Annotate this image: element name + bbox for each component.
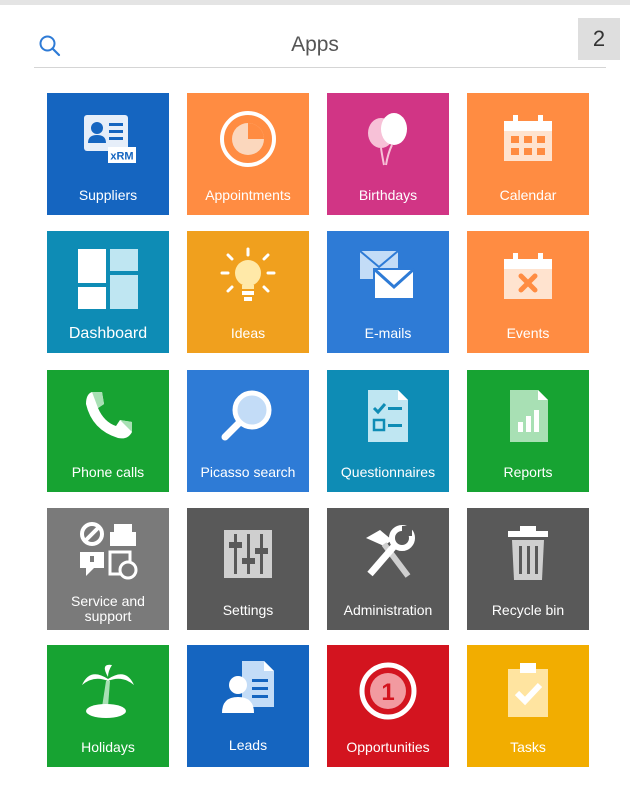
leads-icon bbox=[222, 661, 274, 713]
tile-label: Questionnaires bbox=[340, 464, 436, 480]
tile-label: Reports bbox=[503, 464, 553, 480]
clipboard-check-icon bbox=[508, 663, 548, 717]
tile-appointments[interactable]: Appointments bbox=[187, 93, 309, 215]
tile-tasks[interactable]: Tasks bbox=[467, 645, 589, 767]
tile-phone-calls[interactable]: Phone calls bbox=[47, 370, 169, 492]
tile-label: Leads bbox=[228, 737, 268, 753]
tile-recycle-bin[interactable]: Recycle bin bbox=[467, 508, 589, 630]
dashboard-icon bbox=[78, 249, 138, 309]
calendar-icon bbox=[504, 115, 552, 161]
magnifier-icon bbox=[221, 390, 272, 441]
balloons-icon bbox=[368, 113, 407, 166]
sliders-icon bbox=[224, 530, 272, 578]
tile-label: Service and support bbox=[71, 593, 145, 624]
page-title: Apps bbox=[291, 33, 339, 56]
opportunity-icon: 1 bbox=[359, 662, 417, 720]
tile-label: Appointments bbox=[205, 187, 291, 203]
lightbulb-icon bbox=[220, 247, 276, 301]
tile-label: Dashboard bbox=[68, 325, 148, 342]
calendar-x-icon bbox=[504, 253, 552, 299]
tile-label: Holidays bbox=[81, 739, 135, 755]
envelopes-icon bbox=[359, 250, 416, 300]
tile-calendar[interactable]: Calendar bbox=[467, 93, 589, 215]
tile-label: Calendar bbox=[499, 187, 557, 203]
tile-label: Suppliers bbox=[78, 187, 138, 203]
tile-label: Birthdays bbox=[358, 187, 418, 203]
checklist-icon bbox=[368, 390, 408, 442]
tile-holidays[interactable]: Holidays bbox=[47, 645, 169, 767]
tile-label: Opportunities bbox=[346, 739, 430, 755]
tile-leads[interactable]: Leads bbox=[187, 645, 309, 767]
opportunity-icon-badge: 1 bbox=[381, 679, 394, 706]
tile-emails[interactable]: E-mails bbox=[327, 231, 449, 353]
page-number-badge[interactable]: 2 bbox=[578, 18, 620, 60]
suppliers-icon-badge: xRM bbox=[110, 151, 133, 163]
tile-ideas[interactable]: Ideas bbox=[187, 231, 309, 353]
tile-label: Administration bbox=[343, 602, 433, 618]
tile-opportunities[interactable]: 1 Opportunities bbox=[327, 645, 449, 767]
trash-icon bbox=[508, 526, 548, 580]
tile-label: Events bbox=[506, 325, 550, 341]
tile-dashboard[interactable]: Dashboard bbox=[47, 231, 169, 353]
tile-settings[interactable]: Settings bbox=[187, 508, 309, 630]
report-icon bbox=[510, 390, 548, 442]
tile-suppliers[interactable]: xRM Suppliers bbox=[47, 93, 169, 215]
service-tools-icon bbox=[80, 522, 138, 580]
suppliers-icon: xRM bbox=[84, 115, 136, 163]
appointments-icon bbox=[220, 111, 276, 167]
tile-service-and-support[interactable]: Service and support bbox=[47, 508, 169, 630]
header-divider bbox=[34, 67, 606, 68]
tile-birthdays[interactable]: Birthdays bbox=[327, 93, 449, 215]
tile-label: Ideas bbox=[230, 325, 266, 341]
app-header: Apps 2 bbox=[0, 0, 630, 70]
tile-events[interactable]: Events bbox=[467, 231, 589, 353]
tile-reports[interactable]: Reports bbox=[467, 370, 589, 492]
tile-label: Phone calls bbox=[71, 464, 145, 480]
tile-picasso-search[interactable]: Picasso search bbox=[187, 370, 309, 492]
tile-label: Settings bbox=[222, 602, 274, 618]
palm-tree-icon bbox=[82, 664, 134, 718]
tile-label: Picasso search bbox=[200, 464, 296, 480]
tile-label: Recycle bin bbox=[491, 602, 565, 618]
tile-label: Tasks bbox=[510, 739, 546, 755]
tile-administration[interactable]: Administration bbox=[327, 508, 449, 630]
tile-questionnaires[interactable]: Questionnaires bbox=[327, 370, 449, 492]
hammer-wrench-icon bbox=[366, 525, 415, 578]
tile-label: E-mails bbox=[364, 325, 412, 341]
phone-icon bbox=[86, 392, 132, 439]
